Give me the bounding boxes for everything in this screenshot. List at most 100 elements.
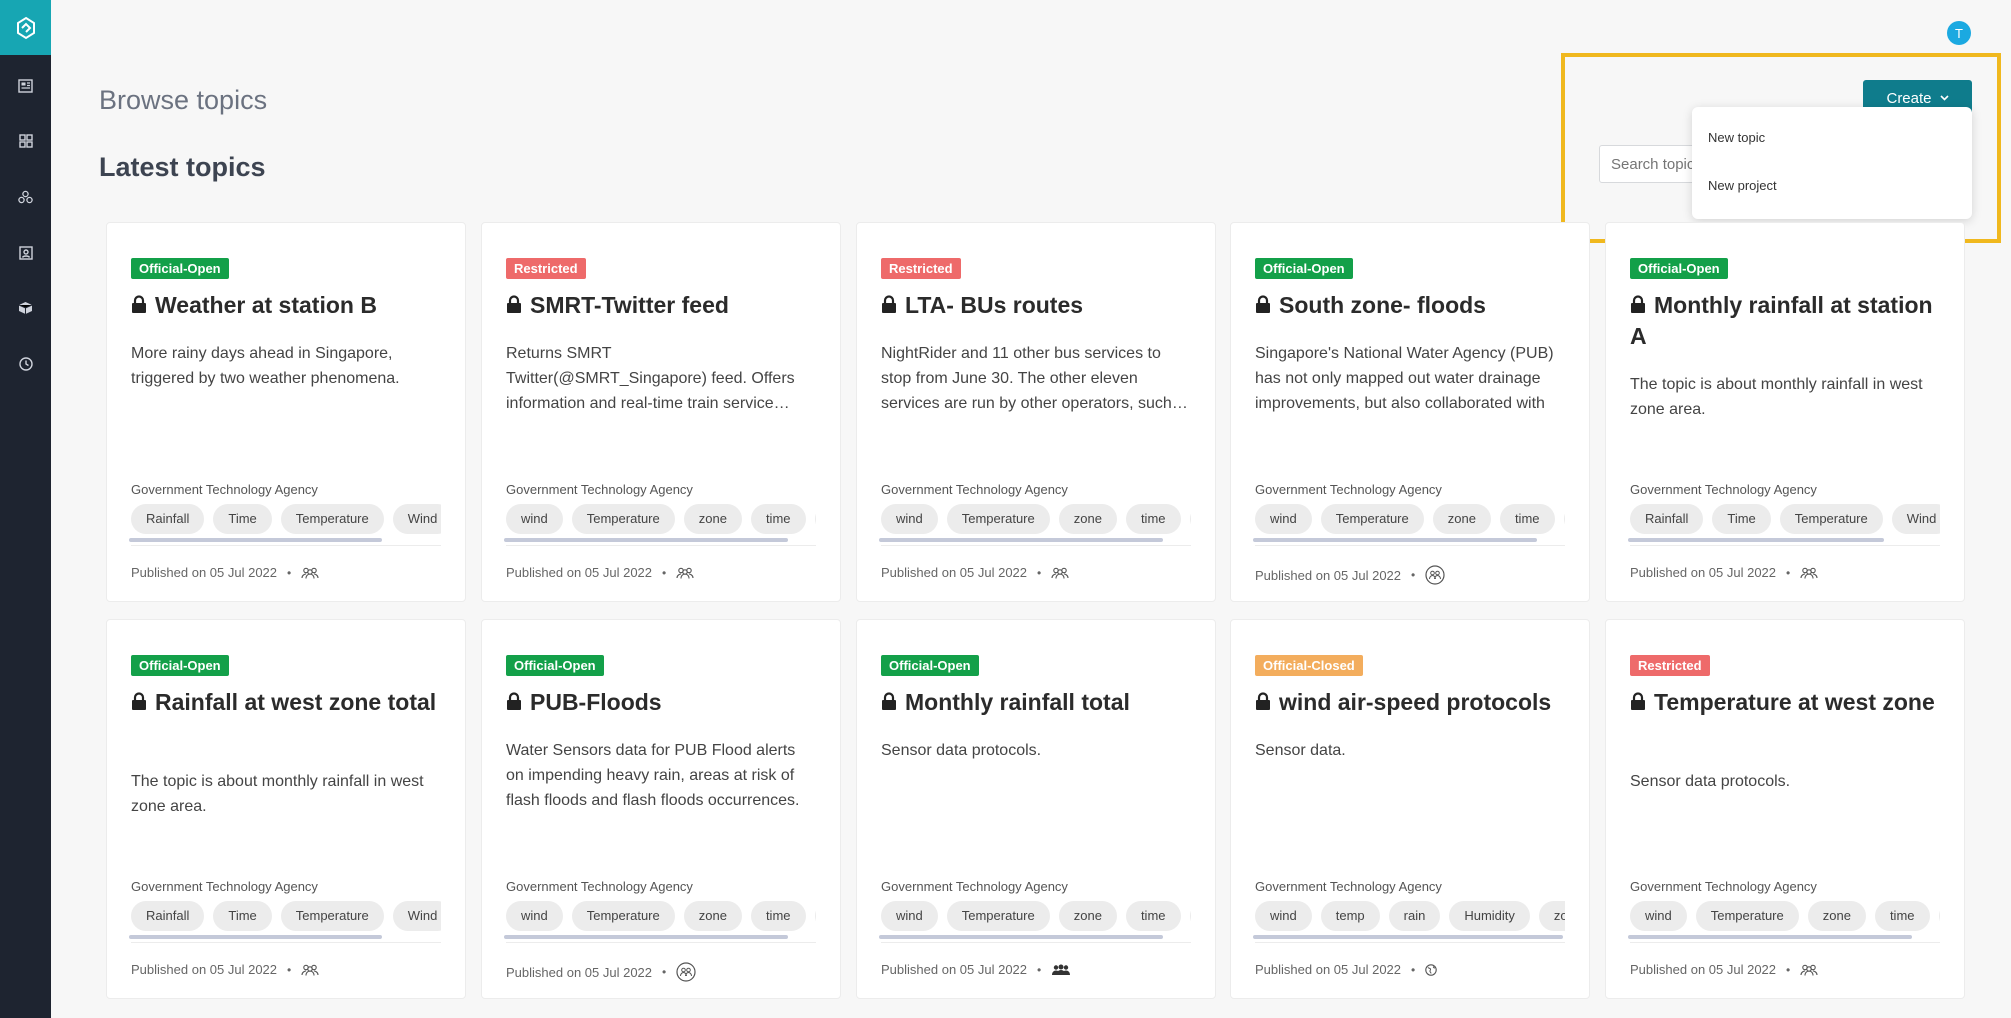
- topic-card[interactable]: Restricted SMRT-Twitter feed Returns SMR…: [481, 222, 841, 602]
- tag-chip[interactable]: time: [1125, 901, 1181, 931]
- tag-chip[interactable]: Temperature: [280, 901, 384, 931]
- separator-dot: •: [1037, 962, 1042, 977]
- agency-name: Government Technology Agency: [131, 879, 318, 894]
- tag-chip[interactable]: time: [750, 504, 806, 534]
- topic-title[interactable]: LTA- BUs routes: [881, 290, 1193, 321]
- clock-icon[interactable]: [17, 355, 34, 372]
- tag-chip[interactable]: traffic: [814, 504, 816, 534]
- box-icon[interactable]: [17, 299, 34, 316]
- tag-chip[interactable]: traffic: [1189, 901, 1191, 931]
- tags-scrollbar[interactable]: [1253, 538, 1537, 542]
- tag-chip[interactable]: wind: [881, 901, 938, 931]
- tag-chip[interactable]: rain: [1388, 901, 1441, 931]
- tag-chip[interactable]: wind: [506, 901, 563, 931]
- separator-dot: •: [287, 565, 292, 580]
- tag-chip[interactable]: time: [1499, 504, 1555, 534]
- tag-chip[interactable]: wind: [1255, 901, 1312, 931]
- tag-chip[interactable]: time: [1125, 504, 1181, 534]
- topic-card[interactable]: Official-Open Rainfall at west zone tota…: [106, 619, 466, 999]
- tag-chip[interactable]: Temperature: [1320, 504, 1424, 534]
- tag-chip[interactable]: Rainfall: [1630, 504, 1704, 534]
- tag-chip[interactable]: Temperature: [946, 901, 1050, 931]
- tag-chip[interactable]: traffic: [1563, 504, 1565, 534]
- tag-chip[interactable]: temp: [1320, 901, 1380, 931]
- tags-scrollbar[interactable]: [504, 538, 788, 542]
- tags-scrollbar[interactable]: [129, 538, 382, 542]
- topic-card[interactable]: Restricted LTA- BUs routes NightRider an…: [856, 222, 1216, 602]
- contact-card-icon[interactable]: [17, 244, 34, 261]
- tag-chip[interactable]: Humidity: [1449, 901, 1530, 931]
- tags-scrollbar[interactable]: [879, 935, 1163, 939]
- topic-title-text: Weather at station B: [155, 292, 377, 318]
- tag-chip[interactable]: Temperature: [571, 504, 675, 534]
- published-info: Published on 05 Jul 2022 •: [506, 962, 696, 982]
- tag-chip[interactable]: Time: [1712, 504, 1771, 534]
- tag-chip[interactable]: Temperature: [1695, 901, 1799, 931]
- group-icon: [1800, 964, 1818, 976]
- tags-scrollbar[interactable]: [1628, 935, 1912, 939]
- tag-chip[interactable]: zone: [1432, 504, 1491, 534]
- tag-chip[interactable]: wind: [1630, 901, 1687, 931]
- topic-card[interactable]: Official-Open South zone- floods Singapo…: [1230, 222, 1590, 602]
- tag-chip[interactable]: time: [1874, 901, 1930, 931]
- tag-chip[interactable]: Temperature: [571, 901, 675, 931]
- published-date: Published on 05 Jul 2022: [506, 565, 653, 580]
- tag-chip[interactable]: Temperature: [946, 504, 1050, 534]
- topic-card[interactable]: Official-Open Monthly rainfall at statio…: [1605, 222, 1965, 602]
- topic-description: Sensor data.: [1255, 742, 1346, 759]
- topic-title[interactable]: South zone- floods: [1255, 290, 1567, 321]
- tag-chip[interactable]: zone: [1058, 901, 1117, 931]
- tag-chip[interactable]: Rainfall: [131, 901, 205, 931]
- topic-card[interactable]: Official-Closed wind air-speed protocols…: [1230, 619, 1590, 999]
- tags-scrollbar[interactable]: [504, 935, 788, 939]
- tag-chip[interactable]: Time: [213, 901, 272, 931]
- grid-icon[interactable]: [17, 132, 34, 149]
- topic-title[interactable]: Monthly rainfall at station A: [1630, 290, 1942, 352]
- tags-scrollbar[interactable]: [129, 935, 382, 939]
- agency-name: Government Technology Agency: [881, 879, 1068, 894]
- tag-chip[interactable]: traffic: [814, 901, 816, 931]
- tag-chip[interactable]: Wind: [1891, 504, 1940, 534]
- agency-name: Government Technology Agency: [881, 482, 1068, 497]
- topic-title[interactable]: SMRT-Twitter feed: [506, 290, 818, 321]
- topic-title[interactable]: PUB-Floods: [506, 687, 818, 718]
- tag-chip[interactable]: wind: [1255, 504, 1312, 534]
- topic-card[interactable]: Official-Open Monthly rainfall total Sen…: [856, 619, 1216, 999]
- menu-item-new-topic[interactable]: New topic: [1708, 130, 1765, 145]
- tag-chip[interactable]: Temperature: [1779, 504, 1883, 534]
- tag-chip[interactable]: Wind: [392, 504, 441, 534]
- topic-title[interactable]: wind air-speed protocols: [1255, 687, 1567, 718]
- menu-item-new-project[interactable]: New project: [1708, 178, 1777, 193]
- topic-title[interactable]: Monthly rainfall total: [881, 687, 1193, 718]
- tag-chip[interactable]: Wind: [392, 901, 441, 931]
- cubes-icon[interactable]: [17, 188, 34, 205]
- tag-chip[interactable]: traffic: [1938, 901, 1940, 931]
- topic-card[interactable]: Official-Open PUB-Floods Water Sensors d…: [481, 619, 841, 999]
- tag-chip[interactable]: wind: [506, 504, 563, 534]
- topic-title[interactable]: Rainfall at west zone total: [131, 687, 443, 718]
- tag-chip[interactable]: zone: [1058, 504, 1117, 534]
- tags-scrollbar[interactable]: [1253, 935, 1563, 939]
- tag-chip[interactable]: traffic: [1189, 504, 1191, 534]
- app-logo[interactable]: [0, 0, 51, 55]
- tag-chip[interactable]: time: [750, 901, 806, 931]
- tag-chip[interactable]: wind: [881, 504, 938, 534]
- tag-list: wind Temperature zone time traffic: [881, 504, 1191, 536]
- tags-scrollbar[interactable]: [879, 538, 1163, 542]
- topic-title[interactable]: Weather at station B: [131, 290, 443, 321]
- newspaper-icon[interactable]: [17, 77, 34, 94]
- tag-chip[interactable]: zone: [683, 901, 742, 931]
- tags-scrollbar[interactable]: [1628, 538, 1884, 542]
- tag-chip[interactable]: zone: [1807, 901, 1866, 931]
- tag-chip[interactable]: zone: [683, 504, 742, 534]
- tag-chip[interactable]: zone: [1538, 901, 1565, 931]
- user-avatar[interactable]: T: [1947, 21, 1971, 45]
- tag-chip[interactable]: Time: [213, 504, 272, 534]
- topic-card[interactable]: Restricted Temperature at west zone Sens…: [1605, 619, 1965, 999]
- topic-card[interactable]: Official-Open Weather at station B More …: [106, 222, 466, 602]
- tag-chip[interactable]: Temperature: [280, 504, 384, 534]
- tag-chip[interactable]: Rainfall: [131, 504, 205, 534]
- divider: [1630, 545, 1940, 546]
- published-info: Published on 05 Jul 2022 •: [1255, 565, 1445, 585]
- topic-title[interactable]: Temperature at west zone: [1630, 687, 1942, 718]
